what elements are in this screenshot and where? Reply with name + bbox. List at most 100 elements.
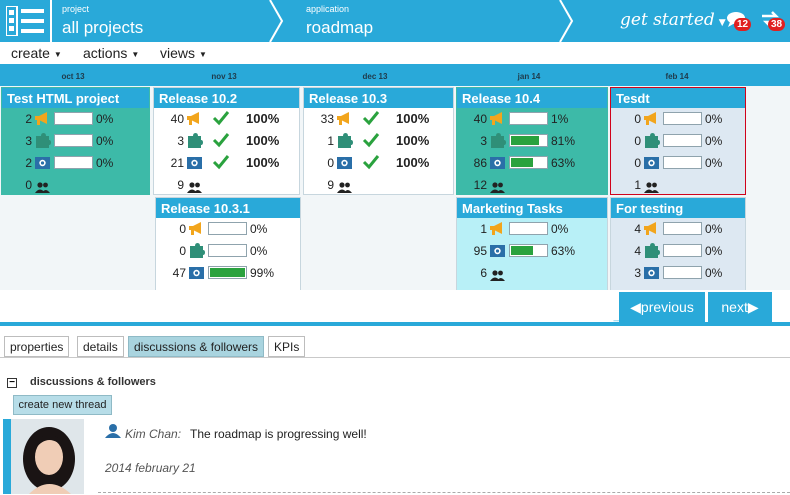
progress-percent: 0% bbox=[551, 222, 569, 236]
progress-bar bbox=[663, 156, 702, 169]
workitem-row[interactable]: 1 100% bbox=[304, 130, 453, 152]
release-title[interactable]: Release 10.4 bbox=[457, 88, 607, 108]
bug-icon bbox=[643, 155, 660, 175]
progress-fill bbox=[511, 136, 539, 145]
previous-button[interactable]: ◀previous bbox=[619, 292, 705, 322]
progress-percent: 100% bbox=[396, 111, 430, 126]
release-card[interactable]: For testing 4 0% 4 0% 3 0% bbox=[610, 197, 746, 290]
chat-count-badge: 12 bbox=[734, 18, 752, 31]
progress-fill bbox=[511, 246, 533, 255]
megaphone-icon bbox=[34, 111, 51, 131]
menu-create[interactable]: create ▼ bbox=[11, 45, 62, 61]
release-title[interactable]: Release 10.2 bbox=[154, 88, 299, 108]
check-icon bbox=[362, 132, 380, 153]
release-card[interactable]: Release 10.3 33 100% 1 100% 0 100% 9 bbox=[303, 87, 454, 195]
tab-discussions-followers[interactable]: discussions & followers bbox=[128, 336, 265, 357]
menu-views[interactable]: views ▼ bbox=[160, 45, 207, 61]
progress-percent: 0% bbox=[96, 134, 114, 148]
workitem-count: 21 bbox=[170, 156, 184, 170]
megaphone-icon bbox=[188, 221, 205, 241]
avatar bbox=[11, 419, 84, 494]
release-title[interactable]: Release 10.3 bbox=[304, 88, 453, 108]
megaphone-icon bbox=[489, 221, 506, 241]
workitem-count: 1 bbox=[327, 134, 334, 148]
people-icon bbox=[644, 180, 659, 194]
workitem-row[interactable]: 0 0% bbox=[611, 108, 745, 130]
workitem-row[interactable]: 4 0% bbox=[611, 218, 745, 240]
workitem-count: 0 bbox=[634, 134, 641, 148]
post-separator bbox=[98, 492, 790, 493]
team-row[interactable]: 9 bbox=[304, 174, 453, 194]
release-title[interactable]: Tesdt bbox=[611, 88, 745, 108]
megaphone-icon bbox=[643, 221, 660, 241]
release-card[interactable]: Release 10.3.1 0 0% 0 0% 47 99% bbox=[155, 197, 301, 290]
release-title[interactable]: Release 10.3.1 bbox=[156, 198, 300, 218]
workitem-row[interactable]: 3 0% bbox=[2, 130, 149, 152]
workitem-row[interactable]: 3 100% bbox=[154, 130, 299, 152]
workitem-row[interactable]: 40 1% bbox=[457, 108, 607, 130]
caret-down-icon: ▼ bbox=[131, 49, 140, 59]
workitem-row[interactable]: 0 0% bbox=[611, 130, 745, 152]
release-title[interactable]: Marketing Tasks bbox=[457, 198, 607, 218]
get-started-menu[interactable]: get started ▼ bbox=[620, 10, 726, 30]
create-thread-button[interactable]: create new thread bbox=[13, 395, 112, 415]
workitem-count: 0 bbox=[634, 112, 641, 126]
workitem-row[interactable]: 3 81% bbox=[457, 130, 607, 152]
workitem-row[interactable]: 0 0% bbox=[156, 240, 300, 262]
release-card[interactable]: Release 10.2 40 100% 3 100% 21 100% 9 bbox=[153, 87, 300, 195]
workitem-row[interactable]: 95 63% bbox=[457, 240, 607, 262]
workitem-row[interactable]: 0 100% bbox=[304, 152, 453, 174]
puzzle-icon bbox=[643, 243, 660, 263]
workitem-row[interactable]: 3 0% bbox=[611, 262, 745, 284]
team-row[interactable]: 9 bbox=[154, 174, 299, 194]
progress-percent: 63% bbox=[551, 244, 576, 258]
workitem-row[interactable]: 33 100% bbox=[304, 108, 453, 130]
team-row[interactable]: 1 bbox=[611, 174, 745, 194]
progress-bar bbox=[509, 156, 548, 169]
breadcrumb-application-label: application bbox=[306, 4, 350, 14]
month-label: feb 14 bbox=[665, 72, 689, 81]
progress-percent: 0% bbox=[250, 244, 268, 258]
tab-details[interactable]: details bbox=[77, 336, 124, 357]
team-row[interactable]: 12 bbox=[457, 174, 607, 194]
user-icon bbox=[105, 424, 121, 438]
month-label: dec 13 bbox=[362, 72, 388, 81]
workitem-row[interactable]: 1 0% bbox=[457, 218, 607, 240]
progress-bar bbox=[509, 134, 548, 147]
release-title[interactable]: Test HTML project bbox=[2, 88, 149, 108]
team-row[interactable]: 6 bbox=[457, 262, 607, 284]
workitem-row[interactable]: 0 0% bbox=[156, 218, 300, 240]
puzzle-icon bbox=[643, 133, 660, 153]
chevron-down-icon: ▼ bbox=[718, 18, 726, 28]
triangle-left-icon: ◀ bbox=[630, 299, 641, 315]
workitem-row[interactable]: 47 99% bbox=[156, 262, 300, 284]
next-button[interactable]: next▶ bbox=[708, 292, 772, 322]
progress-bar bbox=[54, 112, 93, 125]
app-menu-icon[interactable] bbox=[6, 6, 44, 36]
progress-fill bbox=[511, 158, 533, 167]
release-card[interactable]: Test HTML project 2 0% 3 0% 2 0% 0 bbox=[1, 87, 150, 195]
tab-kpis[interactable]: KPIs bbox=[268, 336, 306, 357]
workitem-row[interactable]: 4 0% bbox=[611, 240, 745, 262]
megaphone-icon bbox=[186, 111, 203, 131]
workitem-count: 2 bbox=[25, 156, 32, 170]
workitem-row[interactable]: 2 0% bbox=[2, 108, 149, 130]
menu-actions[interactable]: actions ▼ bbox=[83, 45, 139, 61]
release-card[interactable]: Release 10.4 40 1% 3 81% 86 63% 12 bbox=[456, 87, 608, 195]
release-title[interactable]: For testing bbox=[611, 198, 745, 218]
post-author[interactable]: Kim Chan: bbox=[125, 427, 181, 441]
release-card[interactable]: Tesdt 0 0% 0 0% 0 0% 1 bbox=[610, 87, 746, 195]
workitem-row[interactable]: 86 63% bbox=[457, 152, 607, 174]
progress-percent: 0% bbox=[250, 222, 268, 236]
tab-properties[interactable]: properties bbox=[4, 336, 70, 357]
collapse-icon[interactable]: − bbox=[7, 378, 17, 388]
workitem-row[interactable]: 2 0% bbox=[2, 152, 149, 174]
team-row[interactable]: 0 bbox=[2, 174, 149, 194]
workitem-row[interactable]: 40 100% bbox=[154, 108, 299, 130]
workitem-count: 0 bbox=[179, 222, 186, 236]
progress-percent: 81% bbox=[551, 134, 576, 148]
workitem-row[interactable]: 21 100% bbox=[154, 152, 299, 174]
workitem-count: 1 bbox=[480, 222, 487, 236]
release-card[interactable]: Marketing Tasks 1 0% 95 63% 6 bbox=[456, 197, 608, 290]
workitem-row[interactable]: 0 0% bbox=[611, 152, 745, 174]
